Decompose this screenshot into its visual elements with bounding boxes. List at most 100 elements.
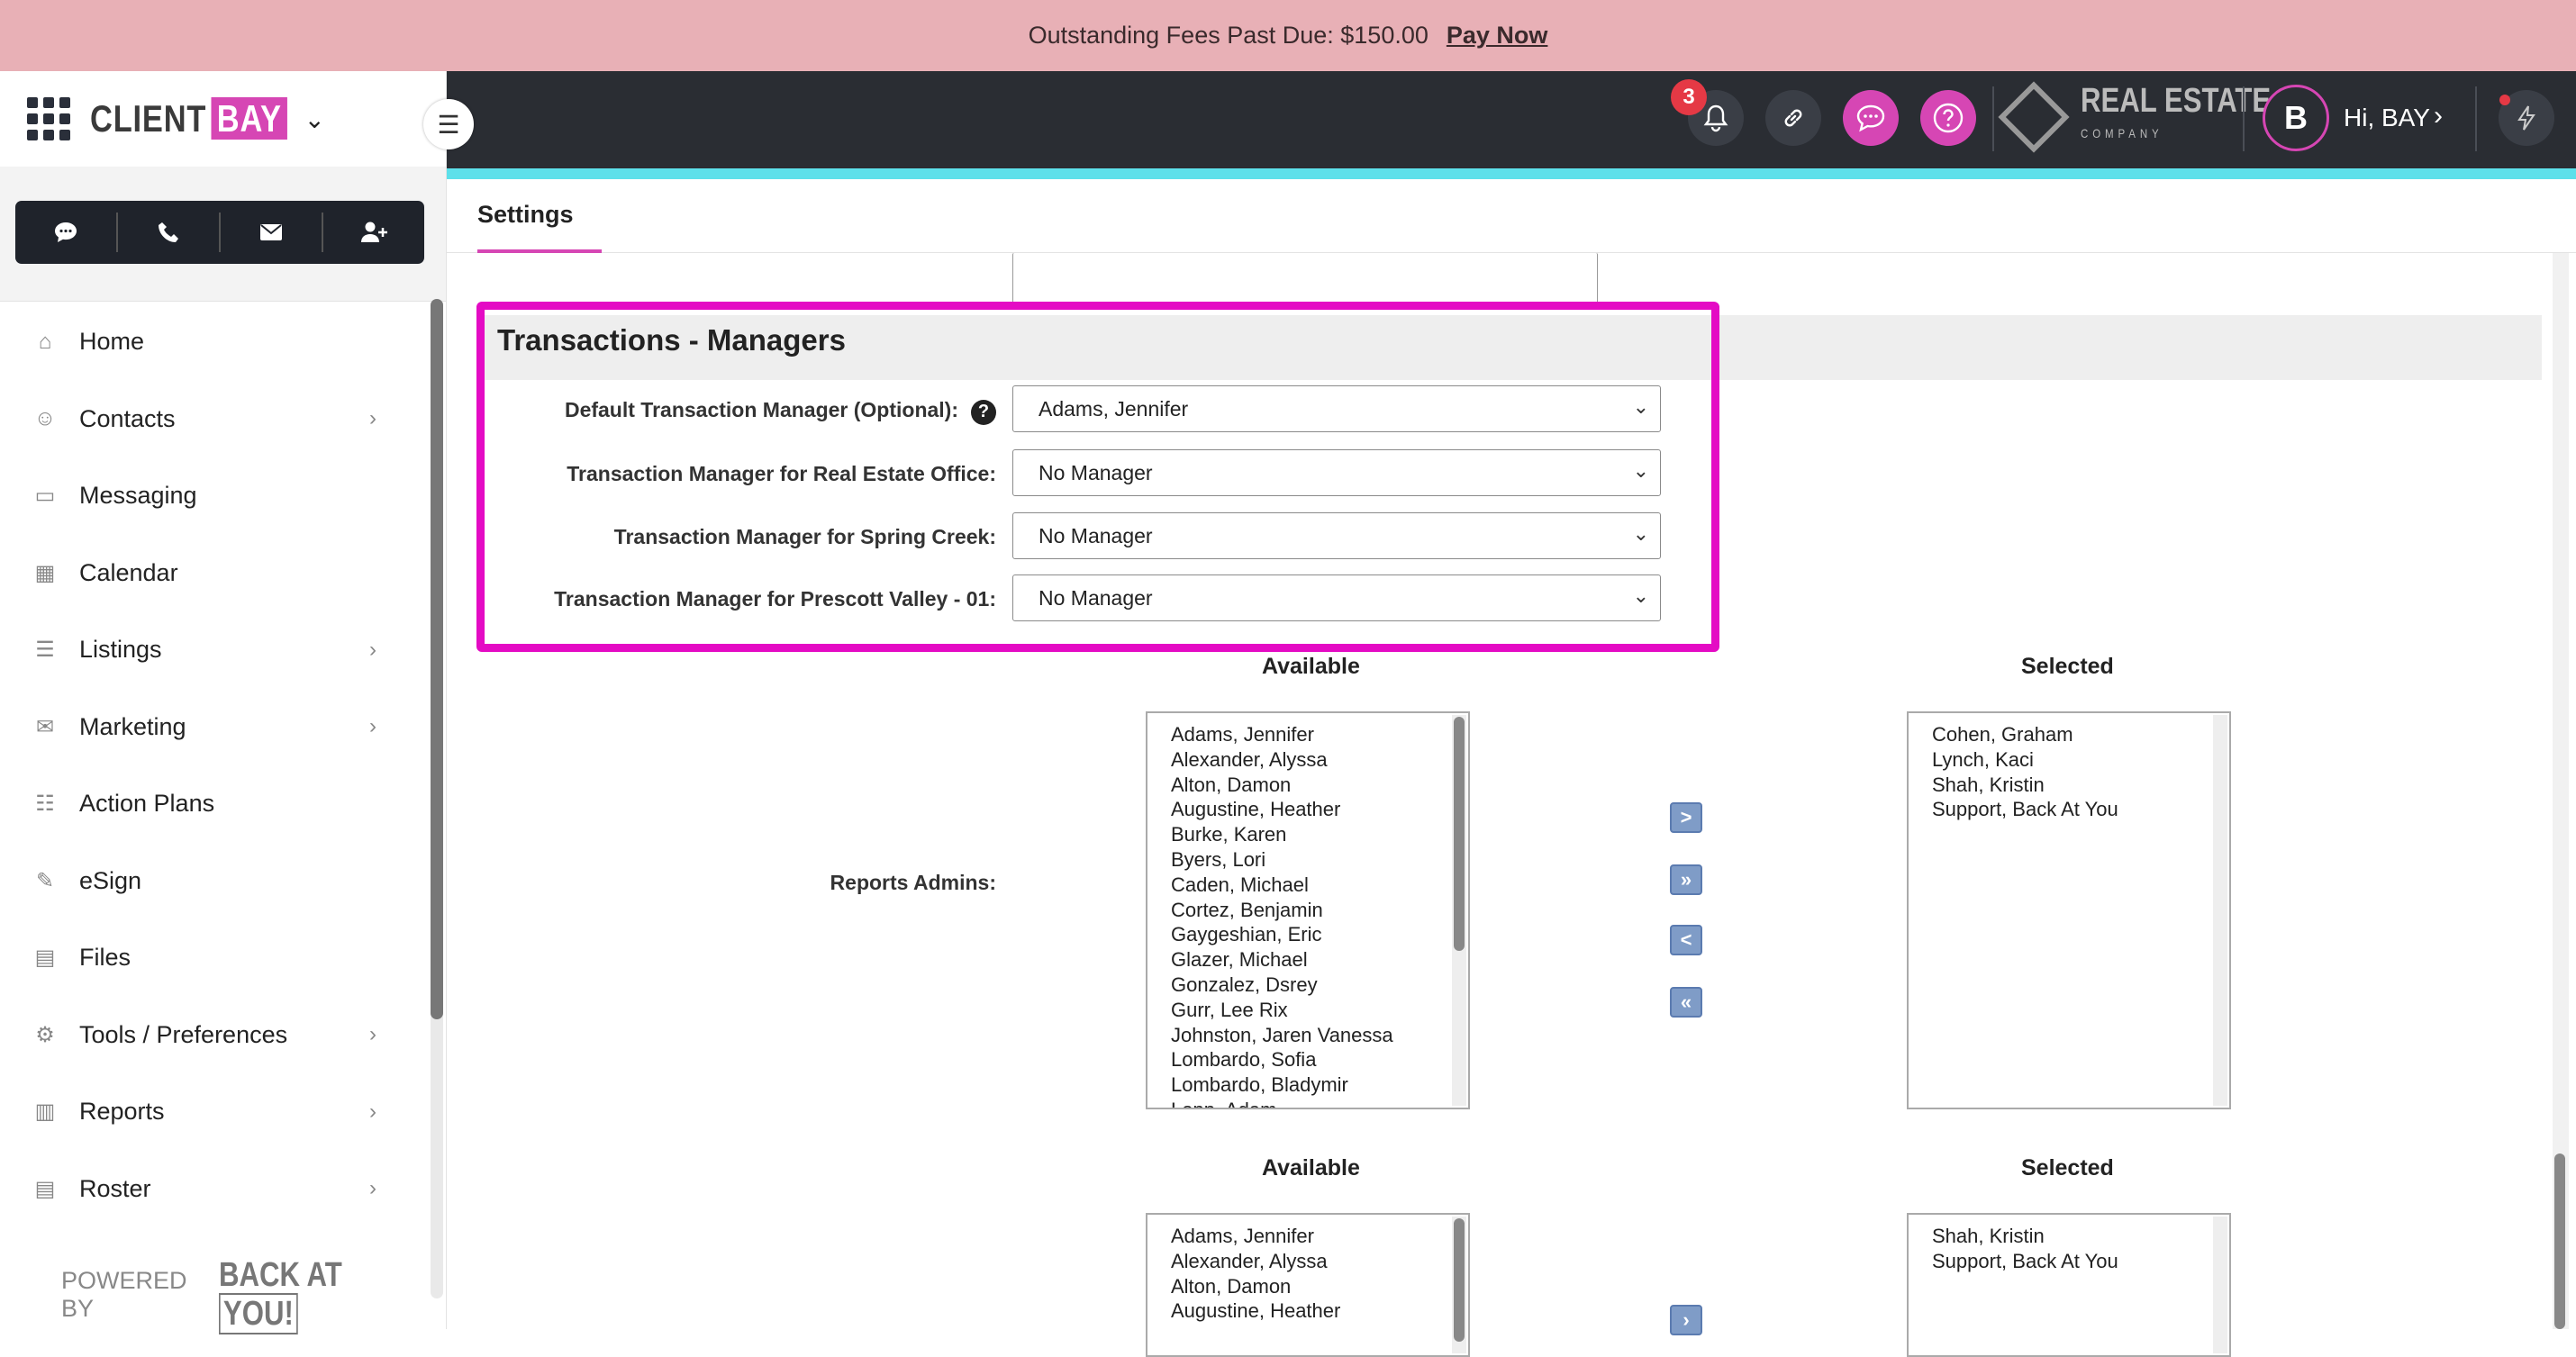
alert-dot (2499, 95, 2510, 105)
sidebar-item-contacts[interactable]: ☺ Contacts › (0, 381, 423, 458)
sidebar-scrollbar[interactable] (431, 299, 443, 1019)
sidebar-item-label: eSign (79, 866, 142, 894)
manager-select[interactable]: Adams, Jennifer ⌄ (1012, 385, 1661, 432)
move-right-button-2[interactable]: › (1670, 1305, 1702, 1335)
list-option[interactable]: Byers, Lori (1171, 847, 1445, 873)
list-option[interactable]: Burke, Karen (1171, 822, 1445, 847)
reports-icon: ▥ (34, 1099, 56, 1125)
phone-icon[interactable] (118, 213, 221, 252)
page-scrollbar-thumb[interactable] (2554, 1153, 2565, 1329)
move-right-button[interactable]: > (1670, 802, 1702, 833)
list-option[interactable]: Alton, Damon (1171, 1274, 1445, 1299)
sidebar-item-label: Tools / Preferences (79, 1020, 288, 1048)
list-option[interactable]: Shah, Kristin (1932, 773, 2206, 798)
sidebar-item-label: Messaging (79, 482, 197, 510)
selected-heading-2: Selected (2021, 1155, 2114, 1181)
deposit-field-input[interactable] (1012, 253, 1598, 305)
manager-select[interactable]: No Manager ⌄ (1012, 574, 1661, 621)
sidebar-item-tools-preferences[interactable]: ⚙ Tools / Preferences › (0, 997, 423, 1074)
available-listbox-2[interactable]: Adams, Jennifer Alexander, Alyssa Alton, D… (1146, 1213, 1470, 1357)
list-option[interactable]: Caden, Michael (1171, 873, 1445, 898)
tab-row: Settings (447, 179, 2576, 253)
collapse-sidebar-icon[interactable]: ☰ (423, 99, 474, 149)
available-heading-2: Available (1262, 1155, 1360, 1181)
manager-select-value: No Manager (1039, 460, 1153, 484)
mail-icon[interactable] (221, 213, 323, 252)
user-greeting[interactable]: Hi, BAY (2344, 104, 2430, 132)
page-scrollbar[interactable] (2553, 253, 2569, 1329)
sidebar-item-roster[interactable]: ▤ Roster › (0, 1151, 423, 1228)
list-option[interactable]: Gonzalez, Dsrey (1171, 973, 1445, 998)
list-option[interactable]: Lombardo, Bladymir (1171, 1072, 1445, 1098)
listbox-scrollbar-thumb[interactable] (1454, 717, 1465, 952)
help-circle-icon[interactable]: ? (971, 399, 996, 425)
sidebar-item-marketing[interactable]: ✉ Marketing › (0, 689, 423, 766)
sidebar-item-files[interactable]: ▤ Files (0, 919, 423, 997)
sidebar-item-messaging[interactable]: ▭ Messaging (0, 457, 423, 535)
listbox-scrollbar[interactable] (2213, 715, 2227, 1106)
past-due-text: Outstanding Fees Past Due: $150.00 (1028, 22, 1429, 49)
list-option[interactable]: Cohen, Graham (1932, 722, 2206, 747)
move-all-right-button[interactable]: » (1670, 864, 1702, 895)
sidebar-item-home[interactable]: ⌂ Home (0, 303, 423, 381)
list-option[interactable]: Johnston, Jaren Vanessa (1171, 1023, 1445, 1048)
messages-icon[interactable] (1843, 90, 1899, 146)
list-option[interactable]: Lopp, Adam (1171, 1098, 1445, 1108)
list-option[interactable]: Gurr, Lee Rix (1171, 998, 1445, 1023)
tools-icon: ⚙ (35, 1022, 55, 1047)
move-left-button[interactable]: < (1670, 925, 1702, 955)
listbox-scrollbar-thumb[interactable] (1454, 1218, 1465, 1342)
chevron-down-icon[interactable]: ⌄ (304, 104, 324, 134)
help-icon[interactable] (1920, 90, 1976, 146)
link-icon[interactable] (1765, 90, 1821, 146)
manager-select[interactable]: No Manager ⌄ (1012, 512, 1661, 559)
apps-grid-icon[interactable] (27, 97, 70, 140)
sidebar-item-reports[interactable]: ▥ Reports › (0, 1073, 423, 1151)
sidebar-item-listings[interactable]: ☰ Listings › (0, 611, 423, 689)
add-user-icon[interactable] (323, 213, 424, 252)
list-option[interactable]: Support, Back At You (1932, 797, 2206, 822)
logo-bay: BAY (211, 97, 288, 140)
avatar[interactable]: B (2263, 85, 2329, 151)
list-option[interactable]: Adams, Jennifer (1171, 722, 1445, 747)
sidebar-item-action-plans[interactable]: ☷ Action Plans (0, 765, 423, 843)
list-option[interactable]: Adams, Jennifer (1171, 1224, 1445, 1249)
chat-icon[interactable] (15, 213, 118, 252)
pay-now-link[interactable]: Pay Now (1447, 22, 1548, 50)
list-option[interactable]: Augustine, Heather (1171, 797, 1445, 822)
list-option[interactable]: Shah, Kristin (1932, 1224, 2206, 1249)
chevron-right-icon: › (369, 637, 376, 662)
listbox-scrollbar[interactable] (2213, 1217, 2227, 1353)
list-option[interactable]: Alexander, Alyssa (1171, 747, 1445, 773)
tab-settings[interactable]: Settings (477, 201, 574, 229)
list-option[interactable]: Gaygeshian, Eric (1171, 922, 1445, 947)
home-icon: ⌂ (38, 329, 52, 354)
sidebar-item-esign[interactable]: ✎ eSign (0, 843, 423, 920)
listbox-scrollbar[interactable] (1452, 715, 1466, 1106)
available-listbox[interactable]: Adams, Jennifer Alexander, Alyssa Alton, D… (1146, 711, 1470, 1109)
chevron-right-icon[interactable]: › (2434, 101, 2443, 131)
list-option[interactable]: Lynch, Kaci (1932, 747, 2206, 773)
selected-listbox-2[interactable]: Shah, Kristin Support, Back At You (1907, 1213, 2231, 1357)
list-option[interactable]: Support, Back At You (1932, 1249, 2206, 1274)
manager-label: Transaction Manager for Real Estate Offi… (479, 462, 996, 486)
topbar-divider (2243, 86, 2245, 151)
list-option[interactable]: Alexander, Alyssa (1171, 1249, 1445, 1274)
chevron-right-icon: › (369, 1099, 376, 1124)
list-option[interactable]: Cortez, Benjamin (1171, 898, 1445, 923)
selected-heading: Selected (2021, 654, 2114, 679)
move-all-left-button[interactable]: « (1670, 987, 1702, 1018)
sidebar-item-calendar[interactable]: ▦ Calendar (0, 535, 423, 612)
listbox-scrollbar[interactable] (1452, 1217, 1466, 1353)
selected-listbox[interactable]: Cohen, Graham Lynch, Kaci Shah, Kristin Sup… (1907, 711, 2231, 1109)
powered-by-prefix: POWERED BY (61, 1267, 187, 1322)
calendar-icon: ▦ (34, 560, 56, 585)
action-plans-icon: ☷ (35, 792, 55, 817)
list-option[interactable]: Alton, Damon (1171, 773, 1445, 798)
list-option[interactable]: Glazer, Michael (1171, 947, 1445, 973)
manager-label-text: Transaction Manager for Real Estate Offi… (567, 462, 996, 485)
manager-select[interactable]: No Manager ⌄ (1012, 449, 1661, 496)
top-bar-accent-line (447, 168, 2576, 179)
list-option[interactable]: Lombardo, Sofia (1171, 1047, 1445, 1072)
list-option[interactable]: Augustine, Heather (1171, 1298, 1445, 1324)
